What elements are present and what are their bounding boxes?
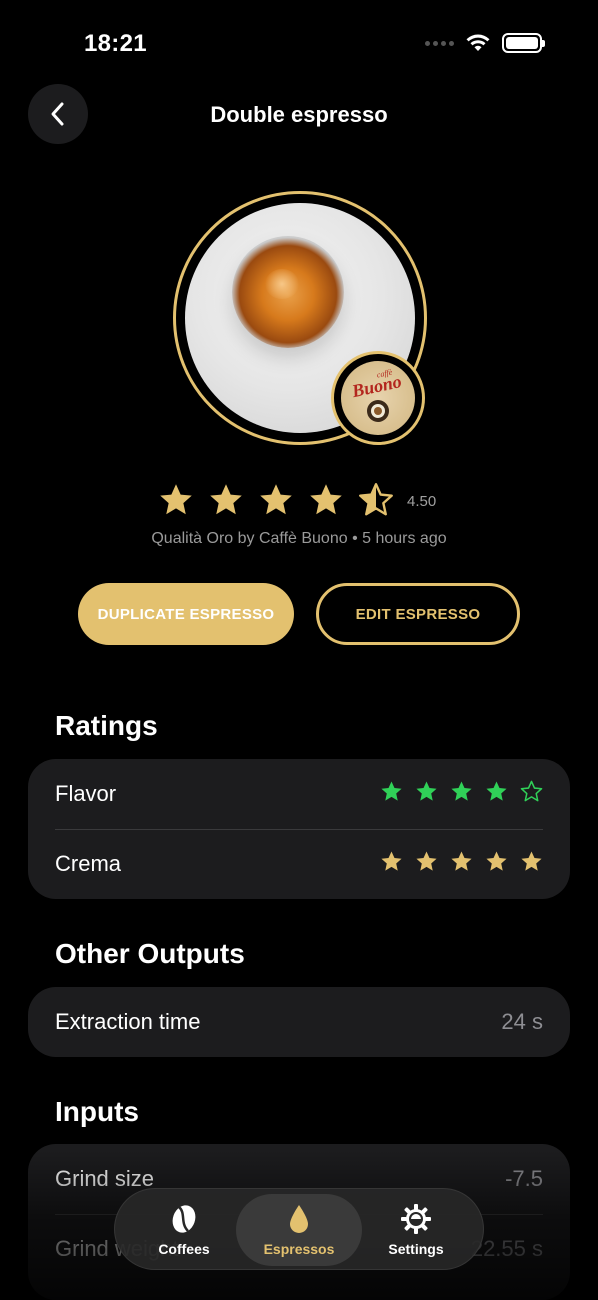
star-filled-icon xyxy=(450,850,473,878)
ratings-heading: Ratings xyxy=(55,710,158,741)
espresso-glass xyxy=(232,236,344,348)
nav-header: Double espresso xyxy=(0,84,598,144)
status-icons xyxy=(425,33,545,53)
rating-label: Flavor xyxy=(55,781,117,806)
espresso-photo[interactable]: Buono caffè xyxy=(173,191,427,445)
star-filled-icon xyxy=(415,780,438,808)
rating-label: Crema xyxy=(55,851,122,876)
duplicate-espresso-button[interactable]: DUPLICATE ESPRESSO xyxy=(78,583,294,645)
battery-icon xyxy=(502,33,545,53)
star-half-icon xyxy=(358,482,394,523)
overall-rating: 4.50 xyxy=(0,480,598,520)
star-filled-icon xyxy=(520,850,543,878)
brand-logo-art: Buono caffè xyxy=(349,367,403,422)
inputs-heading: Inputs xyxy=(55,1096,139,1127)
star-filled-icon xyxy=(380,850,403,878)
rating-value: 4.50 xyxy=(407,493,437,510)
star-filled-icon xyxy=(308,482,344,523)
status-time: 18:21 xyxy=(84,30,147,57)
tab-label: Coffees xyxy=(158,1241,210,1257)
input-value: -7.5 xyxy=(505,1166,543,1191)
star-filled-icon xyxy=(258,482,294,523)
star-filled-icon xyxy=(208,482,244,523)
overall-rating-stars xyxy=(158,482,394,523)
edit-espresso-button[interactable]: EDIT ESPRESSO xyxy=(316,583,520,645)
tab-settings[interactable]: Settings xyxy=(353,1194,479,1266)
output-value: 24 s xyxy=(501,1009,543,1034)
coffee-subtitle: Qualità Oro by Caffè Buono • 5 hours ago xyxy=(151,530,447,547)
cellular-signal-icon xyxy=(425,40,454,46)
output-label: Extraction time xyxy=(55,1009,201,1034)
star-filled-icon xyxy=(415,850,438,878)
star-empty-icon xyxy=(520,780,543,808)
crema-stars xyxy=(380,850,543,878)
coffee-brand-badge[interactable]: Buono caffè xyxy=(331,351,425,445)
ratings-card: Flavor Crema xyxy=(28,759,570,899)
tab-bar: Coffees Espressos Settings xyxy=(114,1188,484,1270)
status-bar: 18:21 xyxy=(0,0,598,90)
star-filled-icon xyxy=(485,850,508,878)
drop-icon xyxy=(290,1205,308,1233)
star-filled-icon xyxy=(485,780,508,808)
star-filled-icon xyxy=(380,780,403,808)
star-filled-icon xyxy=(450,780,473,808)
tab-label: Settings xyxy=(388,1241,444,1257)
rating-row-crema[interactable]: Crema xyxy=(28,829,570,899)
other-outputs-heading: Other Outputs xyxy=(55,938,245,969)
coffee-bean-icon xyxy=(172,1205,196,1233)
wifi-icon xyxy=(466,34,490,51)
tab-coffees[interactable]: Coffees xyxy=(121,1194,247,1266)
flavor-stars xyxy=(380,780,543,808)
page-title: Double espresso xyxy=(210,102,388,127)
output-row-extraction-time[interactable]: Extraction time 24 s xyxy=(28,987,570,1057)
tab-label: Espressos xyxy=(263,1241,335,1257)
brand-logo: Buono caffè xyxy=(341,361,415,435)
rating-row-flavor[interactable]: Flavor xyxy=(28,759,570,829)
star-filled-icon xyxy=(158,482,194,523)
outputs-card: Extraction time 24 s xyxy=(28,987,570,1057)
gear-icon xyxy=(401,1204,431,1234)
tab-espressos[interactable]: Espressos xyxy=(236,1194,362,1266)
